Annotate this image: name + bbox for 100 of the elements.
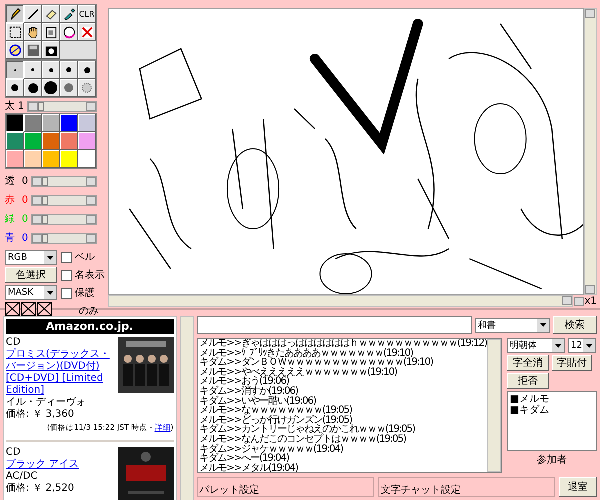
- channel-value: 0: [22, 176, 28, 186]
- brush-dot-icon: [31, 68, 35, 72]
- hand-icon: [26, 26, 40, 38]
- checkbox[interactable]: [61, 288, 72, 298]
- chat-message: メルモ>>やべえええええｗｗｗｗｗｗｗ(19:10): [200, 368, 398, 378]
- product-price: 価格: ￥ 2,520: [6, 483, 76, 495]
- exit-button[interactable]: 退室: [559, 477, 598, 497]
- reject-button[interactable]: 拒否: [507, 373, 549, 389]
- channel-value: 0: [22, 214, 28, 224]
- circle-icon: [8, 44, 22, 56]
- x-box-icon: [5, 302, 20, 316]
- channel-value: 0: [22, 194, 28, 206]
- tool-button[interactable]: CLR: [78, 5, 96, 23]
- slider[interactable]: [27, 100, 97, 112]
- mask-select[interactable]: MASK: [5, 285, 57, 300]
- participants-label: 参加者: [537, 454, 567, 467]
- tool-button[interactable]: [6, 5, 24, 23]
- chat-message: メルモ>>どっか行けガンズン(19:05): [200, 416, 352, 426]
- chat-message: メルモ>>おう(19:06): [200, 377, 290, 387]
- paste-text-button[interactable]: 字貼付: [552, 355, 592, 371]
- channel-label: 透: [5, 174, 15, 188]
- amazon-header: Amazon.co.jp.: [6, 319, 174, 334]
- checkbox-label: 名表示: [75, 268, 105, 282]
- chat-message: キダム>>消すか(19:06): [200, 386, 298, 397]
- pencil-icon: [8, 8, 22, 20]
- caret-icon: [46, 256, 54, 260]
- brush-dot-icon: [11, 84, 19, 92]
- brush-dot-icon: [14, 68, 16, 72]
- caret-icon: [554, 344, 562, 348]
- chat-message: キダム>>ダンＢＯＷｗｗｗｗｗｗｗｗｗｗｗｗｗ(19:10): [200, 358, 434, 368]
- left-arrow-button[interactable]: [32, 234, 42, 242]
- channel-label: 青: [5, 232, 15, 245]
- slider[interactable]: [31, 176, 97, 186]
- brush-dot-icon: [48, 68, 54, 72]
- font-select[interactable]: 明朝体: [507, 338, 565, 353]
- clear-text-button[interactable]: 字全消: [507, 355, 549, 371]
- brush-dot-icon: [64, 83, 74, 93]
- slider-thumb[interactable]: [42, 214, 48, 224]
- x-box-icon: [37, 302, 52, 316]
- clear-label: CLR: [79, 10, 95, 18]
- selection-icon: [8, 26, 22, 38]
- slider-thumb[interactable]: [42, 196, 48, 204]
- brush-dot-icon: [44, 81, 58, 95]
- channel-label: 緑: [5, 213, 15, 226]
- color-mode-select[interactable]: RGB: [5, 250, 57, 265]
- product-title-link[interactable]: プロミス(デラックス・バージョン)(DVD付) [CD+DVD] [Limited Edition]: [6, 349, 116, 397]
- color-select-button[interactable]: 色選択: [5, 267, 57, 283]
- participant-item[interactable]: ■キダム: [510, 405, 594, 416]
- left-arrow-button[interactable]: [28, 102, 38, 110]
- thickness-label: 太: [5, 100, 15, 113]
- chat-message: キダム>>カントリーじゃねえのかこれｗｗｗ(19:05): [200, 425, 416, 435]
- size-select[interactable]: 12: [568, 338, 596, 353]
- vertical-scrollbar[interactable]: [487, 339, 501, 472]
- section-title: パレット設定: [200, 485, 260, 496]
- caret-icon: [540, 323, 546, 327]
- search-scope-select[interactable]: 和書: [475, 318, 550, 332]
- brush-dot-icon: [28, 82, 38, 94]
- caret-icon: [586, 344, 592, 348]
- left-arrow-button[interactable]: [32, 176, 42, 186]
- caret-icon: [46, 290, 54, 294]
- right-arrow-button[interactable]: [562, 296, 572, 305]
- product-category: CD: [6, 337, 22, 348]
- slider-thumb[interactable]: [42, 176, 48, 186]
- horizontal-scrollbar[interactable]: [108, 295, 573, 307]
- eraser-icon: [44, 8, 58, 20]
- brush-size-button[interactable]: [6, 61, 24, 79]
- chat-message: メルモ>>ｹｰﾌﾞﾘｯきたああああｗｗｗｗｗｗｗ(19:10): [200, 348, 414, 358]
- product-category: CD: [6, 447, 22, 458]
- chat-input[interactable]: [196, 316, 472, 334]
- product-price: 価格: ￥ 3,360: [6, 409, 76, 421]
- channel-label: 赤: [5, 194, 15, 207]
- left-arrow-button[interactable]: [32, 214, 42, 224]
- slider[interactable]: [31, 194, 97, 206]
- zoom-label: x1: [584, 296, 597, 306]
- left-arrow-button[interactable]: [32, 196, 42, 204]
- slider-thumb[interactable]: [38, 102, 44, 110]
- checkbox[interactable]: [61, 252, 72, 262]
- line-icon: [26, 8, 40, 20]
- protect-note: のみ: [78, 305, 100, 318]
- product-title-link[interactable]: ブラック アイス: [6, 459, 116, 471]
- brush-dot-icon: [66, 67, 72, 73]
- vertical-scrollbar[interactable]: [180, 316, 194, 500]
- chat-message: メルモ>>なｗｗｗｗｗｗｗｗ(19:05): [200, 406, 354, 416]
- chat-message: キダム>>ジャケｗｗｗｗｗ(19:04): [200, 444, 344, 454]
- brush-dot-icon: [82, 83, 92, 93]
- thickness-value: 1: [18, 100, 24, 112]
- search-button[interactable]: 検索: [553, 316, 597, 334]
- participant-item[interactable]: ■メルモ: [510, 394, 594, 405]
- chat-message: メルモ>>なんだこのコンセプトはｗｗｗｗ(19:05): [200, 434, 408, 445]
- slider[interactable]: [31, 214, 97, 224]
- slider[interactable]: [31, 232, 97, 244]
- checkbox[interactable]: [61, 270, 72, 280]
- checkbox-label: 保護: [75, 286, 95, 300]
- dropper-icon: [62, 8, 76, 20]
- product-artist: イル・ディーヴォ: [6, 397, 87, 408]
- color-swatch[interactable]: [6, 114, 24, 132]
- slider-thumb[interactable]: [42, 234, 48, 242]
- close-icon: [80, 26, 94, 38]
- chat-message: キダム>>いやー酷い(19:06): [200, 396, 318, 406]
- chat-message: キダム>>へー(19:04): [200, 454, 290, 464]
